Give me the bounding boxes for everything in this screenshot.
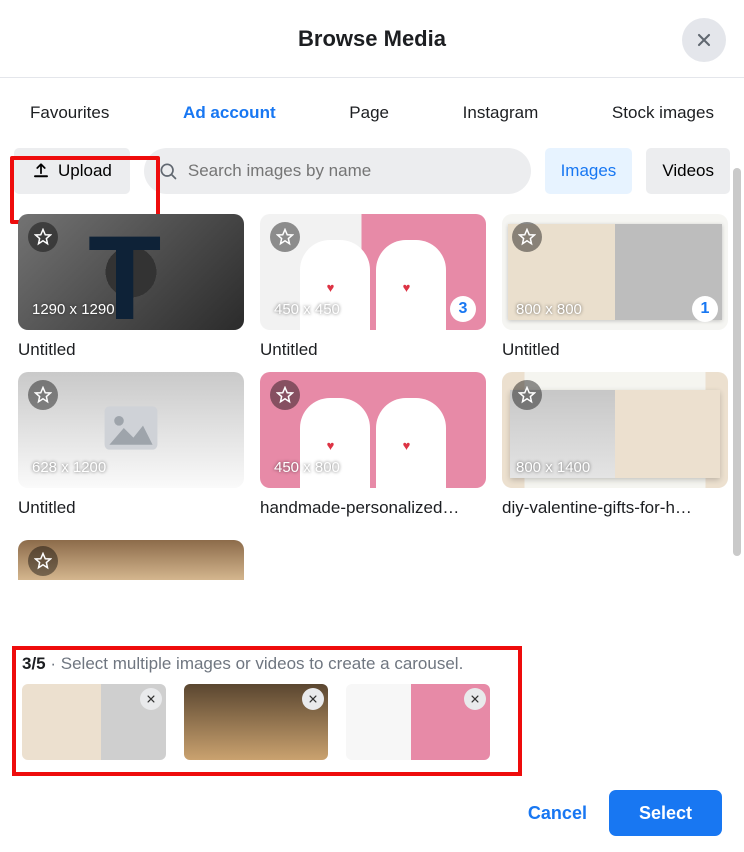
image-placeholder-icon [101, 404, 161, 457]
media-caption: Untitled [18, 498, 244, 518]
star-icon [518, 228, 536, 246]
media-thumb[interactable]: T 1290 x 1290 [18, 214, 244, 330]
source-tabs: Favourites Ad account Page Instagram Sto… [0, 78, 744, 148]
tab-stock-images[interactable]: Stock images [612, 103, 714, 123]
dimensions-label: 628 x 1200 [32, 459, 106, 476]
select-button[interactable]: Select [609, 790, 722, 836]
tab-instagram[interactable]: Instagram [463, 103, 539, 123]
star-icon [276, 228, 294, 246]
dimensions-label: 800 x 800 [516, 301, 582, 318]
media-card: 800 x 1400 diy-valentine-gifts-for-h… [502, 372, 728, 518]
favourite-toggle[interactable] [28, 380, 58, 410]
star-icon [34, 552, 52, 570]
favourite-toggle[interactable] [512, 380, 542, 410]
media-thumb[interactable] [18, 540, 244, 580]
tab-ad-account[interactable]: Ad account [183, 103, 276, 123]
dialog-header: Browse Media [0, 0, 744, 78]
media-card: 628 x 1200 Untitled [18, 372, 244, 518]
remove-selection-button[interactable] [302, 688, 324, 710]
star-icon [34, 228, 52, 246]
dialog-title: Browse Media [298, 26, 446, 52]
media-thumb[interactable]: 800 x 800 1 [502, 214, 728, 330]
toolbar: Upload Images Videos [0, 148, 744, 194]
selected-thumb[interactable] [346, 684, 490, 760]
media-grid: T 1290 x 1290 Untitled 450 x 450 3 Untit… [0, 194, 744, 518]
close-icon [470, 693, 480, 705]
favourite-toggle[interactable] [28, 222, 58, 252]
tab-page[interactable]: Page [349, 103, 389, 123]
star-icon [276, 386, 294, 404]
search-icon [158, 161, 178, 181]
favourite-toggle[interactable] [270, 380, 300, 410]
close-icon [694, 30, 714, 50]
remove-selection-button[interactable] [140, 688, 162, 710]
media-card: 450 x 800 handmade-personalized… [260, 372, 486, 518]
media-card: 450 x 450 3 Untitled [260, 214, 486, 360]
browse-media-dialog: Browse Media Favourites Ad account Page … [0, 0, 744, 852]
selected-thumb[interactable] [22, 684, 166, 760]
media-grid-row-partial [0, 540, 744, 580]
dimensions-label: 800 x 1400 [516, 459, 590, 476]
selection-summary: 3/5 · Select multiple images or videos t… [22, 654, 512, 674]
remove-selection-button[interactable] [464, 688, 486, 710]
star-icon [34, 386, 52, 404]
media-thumb[interactable]: 628 x 1200 [18, 372, 244, 488]
media-thumb[interactable]: 800 x 1400 [502, 372, 728, 488]
usage-count-badge: 3 [450, 296, 476, 322]
dialog-footer: Cancel Select [528, 790, 722, 836]
scrollbar[interactable] [733, 168, 741, 556]
media-caption: Untitled [260, 340, 486, 360]
close-button[interactable] [682, 18, 726, 62]
cancel-button[interactable]: Cancel [528, 803, 587, 824]
tab-favourites[interactable]: Favourites [30, 103, 109, 123]
dimensions-label: 450 x 800 [274, 459, 340, 476]
media-caption: handmade-personalized… [260, 498, 486, 518]
search-wrap [144, 148, 531, 194]
usage-count-badge: 1 [692, 296, 718, 322]
selection-hint: Select multiple images or videos to crea… [61, 654, 464, 673]
media-thumb[interactable]: 450 x 450 3 [260, 214, 486, 330]
favourite-toggle[interactable] [28, 546, 58, 576]
annotation-highlight-selection: 3/5 · Select multiple images or videos t… [12, 646, 522, 776]
media-card: 800 x 800 1 Untitled [502, 214, 728, 360]
dimensions-label: 1290 x 1290 [32, 301, 115, 318]
upload-icon [32, 162, 50, 180]
selection-sep: · [50, 654, 60, 673]
selected-thumb[interactable] [184, 684, 328, 760]
star-icon [518, 386, 536, 404]
dimensions-label: 450 x 450 [274, 301, 340, 318]
upload-button-label: Upload [58, 161, 112, 181]
selected-thumbs [22, 684, 512, 760]
media-caption: diy-valentine-gifts-for-h… [502, 498, 728, 518]
media-caption: Untitled [502, 340, 728, 360]
upload-button[interactable]: Upload [14, 148, 130, 194]
media-caption: Untitled [18, 340, 244, 360]
favourite-toggle[interactable] [270, 222, 300, 252]
favourite-toggle[interactable] [512, 222, 542, 252]
close-icon [146, 693, 156, 705]
close-icon [308, 693, 318, 705]
media-card: T 1290 x 1290 Untitled [18, 214, 244, 360]
selection-count: 3/5 [22, 654, 46, 673]
media-thumb[interactable]: 450 x 800 [260, 372, 486, 488]
search-input[interactable] [144, 148, 531, 194]
filter-videos-button[interactable]: Videos [646, 148, 730, 194]
filter-images-button[interactable]: Images [545, 148, 633, 194]
